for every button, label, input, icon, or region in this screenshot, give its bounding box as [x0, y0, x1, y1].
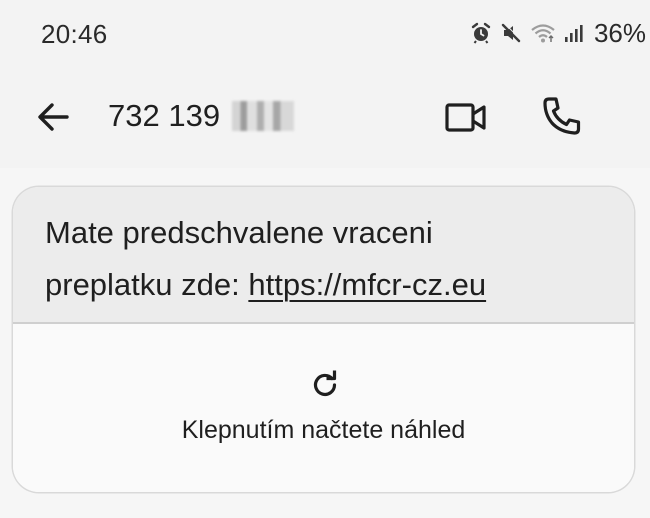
message-prefix: preplatku zde:	[45, 267, 249, 302]
message-line-2: preplatku zde: https://mfcr-cz.eu	[45, 259, 614, 311]
link-preview-button[interactable]: Klepnutím načtete náhled	[13, 324, 634, 492]
wifi-icon	[530, 22, 556, 44]
videocam-icon	[445, 103, 486, 132]
status-time: 20:46	[41, 19, 108, 49]
battery-level: 36%	[593, 17, 646, 48]
status-bar: 20:46 36%	[0, 0, 650, 70]
redacted-digits	[232, 101, 295, 131]
refresh-icon	[313, 370, 337, 397]
status-icons: 36%	[470, 17, 646, 49]
arrow-back-icon	[38, 103, 69, 131]
alarm-icon	[470, 22, 492, 44]
app-bar: 732 139	[0, 70, 650, 168]
message-link[interactable]: https://mfcr-cz.eu	[248, 267, 486, 302]
video-call-button[interactable]	[444, 100, 488, 136]
message-line-1: Mate predschvalene vraceni	[45, 215, 433, 250]
phone-icon	[543, 97, 581, 135]
preview-label: Klepnutím načtete náhled	[181, 416, 466, 444]
mute-icon	[500, 22, 522, 44]
message-text: Mate predschvalene vraceni preplatku zde…	[13, 187, 634, 322]
voice-call-button[interactable]	[541, 95, 583, 137]
signal-icon	[564, 22, 584, 44]
message-bubble[interactable]: Mate predschvalene vraceni preplatku zde…	[13, 187, 634, 492]
contact-title: 732 139	[108, 98, 295, 134]
back-button[interactable]	[33, 97, 73, 137]
contact-number: 732 139	[108, 98, 221, 133]
